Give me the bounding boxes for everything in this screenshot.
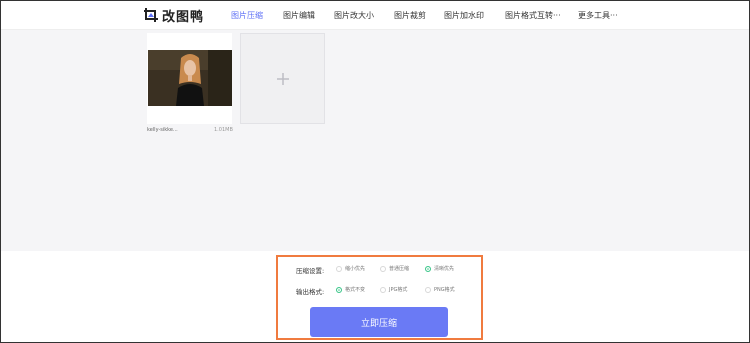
radio-icon (336, 265, 342, 272)
nav-image-compress[interactable]: 图片压缩 (231, 10, 263, 21)
option-png-format[interactable]: PNG格式 (425, 286, 455, 293)
nav-more-tools[interactable]: 更多工具··· (578, 10, 618, 21)
logo-text: 改图鸭 (162, 9, 205, 25)
option-clarity-first[interactable]: 清晰优先 (425, 265, 454, 272)
output-format-label: 输出格式: (296, 288, 325, 296)
uploaded-image-thumbnail (148, 50, 232, 106)
option-jpg-format[interactable]: JPG格式 (380, 286, 407, 293)
option-keep-format[interactable]: 格式不变 (336, 286, 365, 293)
option-normal-compress[interactable]: 普通压缩 (380, 265, 409, 272)
crop-logo-icon (144, 8, 158, 22)
logo[interactable]: 改图鸭 (143, 6, 205, 25)
file-size: 1.01MB (214, 127, 233, 133)
option-label: 格式不变 (345, 287, 366, 293)
portrait-photo (148, 50, 232, 106)
top-header: 改图鸭 图片压缩 图片编辑 图片改大小 图片裁剪 图片加水印 图片格式互转···… (0, 0, 750, 30)
option-label: 缩小优先 (345, 266, 366, 272)
nav-image-resize[interactable]: 图片改大小 (334, 10, 374, 21)
radio-icon (380, 265, 386, 272)
nav-image-format-convert[interactable]: 图片格式互转··· (505, 10, 561, 21)
option-label: PNG格式 (434, 287, 455, 293)
uploaded-image-card[interactable] (147, 33, 232, 124)
nav-image-edit[interactable]: 图片编辑 (283, 10, 315, 21)
add-image-button[interactable] (240, 33, 325, 124)
plus-icon (276, 72, 289, 85)
compression-settings-panel: 压缩设置: 缩小优先 普通压缩 清晰优先 输出格式: 格式不变 JPG格式 PN… (276, 255, 483, 340)
radio-icon (425, 286, 431, 293)
option-label: 普通压缩 (389, 266, 410, 272)
file-name: kelly-sikke... (147, 127, 178, 133)
nav-image-crop[interactable]: 图片裁剪 (394, 10, 426, 21)
option-label: JPG格式 (389, 287, 408, 293)
radio-icon (380, 286, 386, 293)
option-label: 清晰优先 (434, 266, 455, 272)
compress-setting-label: 压缩设置: (296, 267, 325, 275)
compress-now-button[interactable]: 立即压缩 (310, 307, 448, 337)
radio-selected-icon (336, 286, 342, 293)
radio-selected-icon (425, 265, 431, 272)
upload-area (0, 30, 750, 251)
nav-image-watermark[interactable]: 图片加水印 (444, 10, 484, 21)
option-smaller-first[interactable]: 缩小优先 (336, 265, 365, 272)
